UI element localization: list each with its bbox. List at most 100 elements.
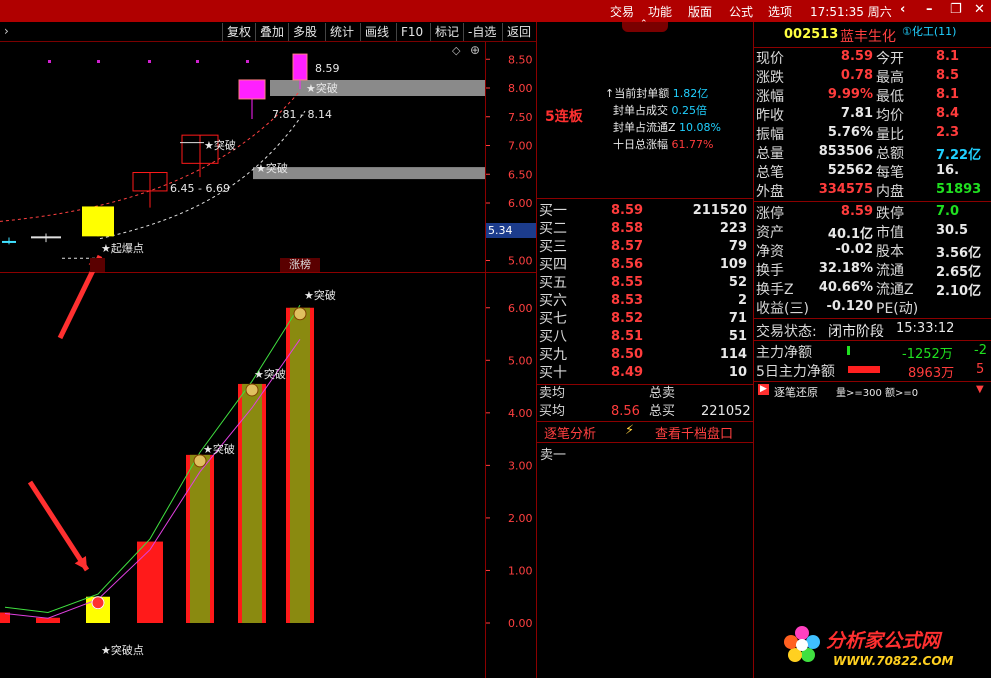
- chart-area[interactable]: 8.508.007.507.006.506.005.505.00 6.005.0…: [0, 42, 536, 678]
- main5-net-value: 8963万: [908, 366, 955, 379]
- sector-tag[interactable]: ①化工(11): [902, 23, 956, 39]
- tick-filter-text[interactable]: 量>=300 额>=0: [836, 384, 918, 399]
- orderbook-row[interactable]: 买九 8.50 114: [539, 346, 751, 364]
- y-tick-label: 3.00: [508, 459, 533, 472]
- mark-button[interactable]: 标记: [430, 23, 463, 41]
- orderbook-row[interactable]: 买四 8.56 109: [539, 256, 751, 274]
- dropdown-icon[interactable]: ▼: [976, 384, 984, 395]
- close-icon[interactable]: ✕: [974, 2, 985, 17]
- orderbook-volume: 2: [737, 293, 747, 308]
- orderbook-row[interactable]: 买八 8.51 51: [539, 328, 751, 346]
- orderbook-row[interactable]: 买十 8.49 10: [539, 364, 751, 382]
- quote-label: 换手Z: [756, 282, 794, 298]
- quote-value: 853506: [818, 144, 873, 159]
- buy-avg-row: 买均 8.56 总买 221052: [539, 403, 751, 421]
- overlay-button[interactable]: 叠加: [255, 23, 288, 41]
- range-label-mid: 7.81 - 8.14: [272, 108, 332, 121]
- quote-label: 换手: [756, 263, 784, 279]
- quote-value: 8.4: [936, 106, 960, 121]
- orderbook-price: 8.49: [611, 365, 644, 380]
- orderbook-row[interactable]: 买五 8.55 52: [539, 274, 751, 292]
- divider-quote-fund: [754, 201, 991, 202]
- expand-icon[interactable]: ▶: [758, 384, 769, 395]
- f10-button[interactable]: F10: [396, 23, 427, 41]
- orderbook-volume: 51: [728, 329, 747, 344]
- watermark-url: WWW.70822.COM: [833, 654, 954, 668]
- menu-formula[interactable]: 公式: [729, 3, 753, 20]
- quote-value: 40.1亿: [827, 227, 873, 242]
- return-button[interactable]: 返回: [502, 23, 535, 41]
- diamond-icon[interactable]: ◇: [452, 44, 460, 57]
- quote-value: 40.66%: [818, 280, 873, 295]
- breakout-label-3: ★突破: [256, 162, 288, 175]
- board-stat-value: 61.77%: [671, 138, 714, 151]
- orderbook-row[interactable]: 买三 8.57 79: [539, 238, 751, 256]
- ind-breakout-label-2: ★突破: [254, 368, 286, 381]
- orderbook-volume: 223: [719, 221, 747, 236]
- orderbook-row[interactable]: 买七 8.52 71: [539, 310, 751, 328]
- quote-value: 8.59: [840, 204, 873, 219]
- minimize-icon[interactable]: –: [926, 2, 933, 17]
- menu-trade[interactable]: 交易: [610, 3, 634, 20]
- watermark-title: 分析家公式网: [826, 630, 941, 652]
- orderbook-row[interactable]: 买一 8.59 211520: [539, 202, 751, 220]
- quote-value: 7.0: [936, 204, 960, 219]
- tag-marker: [90, 258, 105, 272]
- candle-body: [292, 53, 308, 81]
- y-tick-label: 8.00: [508, 82, 533, 95]
- board-stats: ↑当前封单额 1.82亿 封单占成交 0.25倍 封单占流通Z 10.08% 十…: [605, 85, 721, 153]
- statistics-button[interactable]: 统计: [325, 23, 358, 41]
- ind-breakout-point-label: ★突破点: [101, 644, 144, 657]
- quote-grid: 现价 8.59 涨跌 0.78 涨幅 9.99% 昨收 7.81 振幅 5.76% 总量 853506…: [754, 48, 991, 200]
- y-tick-label: 5.00: [508, 354, 533, 367]
- quote-value: 32.18%: [818, 261, 873, 276]
- draw-line-button[interactable]: 画线: [360, 23, 393, 41]
- restore-icon[interactable]: ❐: [950, 2, 962, 17]
- y-tick-label: 6.50: [508, 168, 533, 181]
- y-tick-label: 6.00: [508, 302, 533, 315]
- marker-dot: [246, 60, 249, 63]
- orderbook-row[interactable]: 买六 8.53 2: [539, 292, 751, 310]
- tick-restore-label[interactable]: 逐笔还原: [774, 384, 818, 400]
- candle-body: [2, 240, 16, 243]
- orderbook-price: 8.53: [611, 293, 644, 308]
- board-stat-label: 当前封单额: [614, 87, 670, 100]
- quote-value: 2.10亿: [936, 284, 982, 299]
- expand-arrow-icon[interactable]: ›: [4, 24, 9, 38]
- quote-value: 16.: [936, 163, 960, 178]
- candle-body: [82, 206, 114, 237]
- quote-value: -0.120: [826, 299, 873, 314]
- menu-options[interactable]: 选项: [768, 3, 792, 20]
- orderbook-price: 8.57: [611, 239, 644, 254]
- zoom-icon[interactable]: ⊕: [470, 43, 480, 57]
- orderbook-price: 8.56: [611, 257, 644, 272]
- main-net-label: 主力净额: [756, 345, 812, 360]
- tick-analysis-tab[interactable]: 逐笔分析: [544, 423, 596, 442]
- orderbook-row[interactable]: 买二 8.58 223: [539, 220, 751, 238]
- quote-value: 52562: [827, 163, 873, 178]
- quote-label: 总额: [876, 146, 904, 162]
- adjust-button[interactable]: 复权: [222, 23, 255, 41]
- up-arrow-icon: ↑: [605, 87, 615, 100]
- menu-layout[interactable]: 版面: [688, 3, 712, 20]
- sell-avg-label: 卖均: [539, 386, 566, 401]
- quote-value: 8.1: [936, 87, 960, 102]
- quote-label: PE(动): [876, 301, 919, 317]
- gain-rank-tag[interactable]: 涨榜: [280, 258, 320, 272]
- quote-label: 跌停: [876, 206, 904, 222]
- board-stat-value: 0.25倍: [671, 104, 708, 117]
- quote-label: 现价: [756, 51, 784, 67]
- menu-function[interactable]: 功能: [648, 3, 672, 20]
- orderbook-level: 买二: [539, 221, 567, 237]
- quote-label: 涨跌: [756, 70, 784, 86]
- marker-dot: [48, 60, 51, 63]
- view-depth-tab[interactable]: 查看千档盘口: [655, 423, 733, 442]
- remove-watchlist-button[interactable]: -自选: [463, 23, 500, 41]
- orderbook-level: 买八: [539, 329, 567, 345]
- candle-body: [31, 236, 61, 239]
- multi-stock-button[interactable]: 多股: [288, 23, 321, 41]
- divider-main-net: [754, 340, 991, 341]
- back-icon[interactable]: ‹: [900, 2, 905, 17]
- orderbook-level: 买三: [539, 239, 567, 255]
- main5-net-label: 5日主力净额: [756, 364, 835, 379]
